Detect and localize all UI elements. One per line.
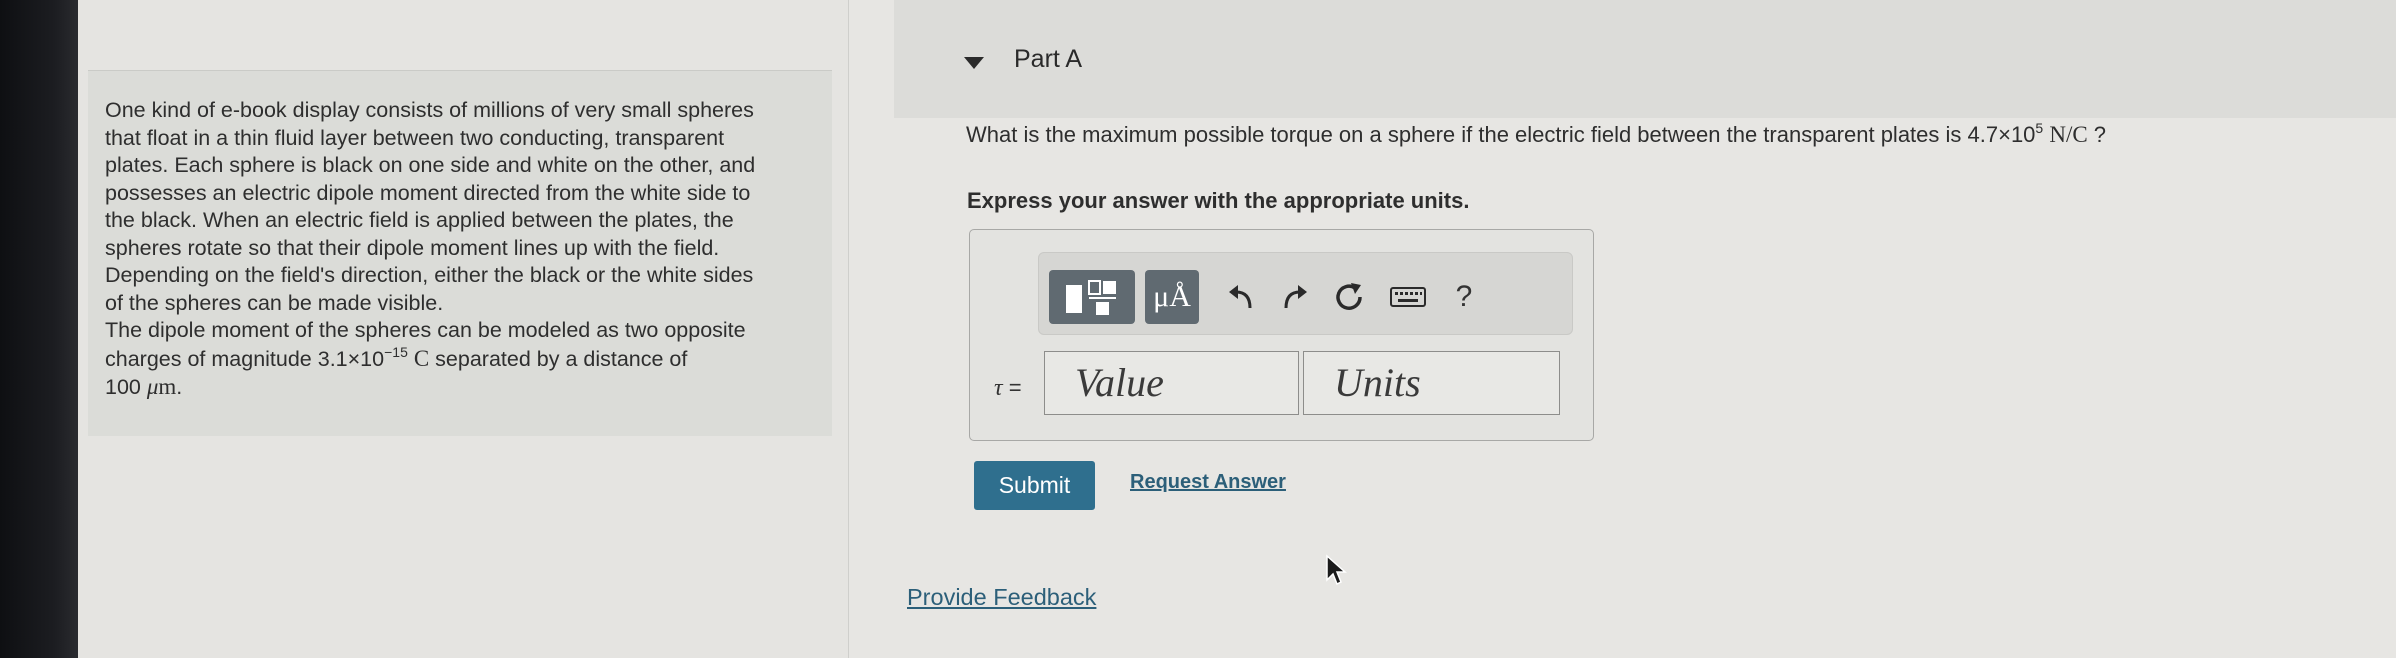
- part-title: Part A: [1014, 45, 1083, 73]
- keyboard-button[interactable]: [1385, 277, 1431, 317]
- undo-button[interactable]: [1219, 273, 1263, 321]
- mouse-cursor-icon: [1326, 554, 1347, 586]
- question-text-main: What is the maximum possible torque on a…: [966, 122, 2036, 147]
- charge-exponent: −15: [384, 343, 408, 360]
- charge-text-end: separated by a distance of: [429, 346, 688, 371]
- redo-button[interactable]: [1273, 273, 1317, 321]
- problem-line: plates. Each sphere is black on one side…: [105, 153, 756, 177]
- equals-sign: =: [1002, 375, 1022, 400]
- math-toolbar: μÅ ?: [1038, 252, 1573, 335]
- value-input[interactable]: Value: [1044, 351, 1299, 415]
- reset-button[interactable]: [1327, 273, 1371, 321]
- problem-line: The dipole moment of the spheres can be …: [105, 318, 746, 342]
- units-button[interactable]: μÅ: [1145, 270, 1199, 324]
- part-header[interactable]: Part A: [894, 0, 2396, 118]
- problem-line: spheres rotate so that their dipole mome…: [105, 235, 720, 260]
- charge-text: charges of magnitude 3.1×10: [105, 346, 385, 371]
- templates-button[interactable]: [1049, 270, 1135, 324]
- problem-line: the black. When an electric field is app…: [105, 208, 734, 232]
- problem-line: One kind of e-book display consists of m…: [105, 98, 754, 122]
- reset-icon: [1336, 283, 1362, 310]
- question-panel: Part A What is the maximum possible torq…: [849, 0, 2396, 658]
- help-button[interactable]: ?: [1439, 273, 1489, 321]
- problem-line-distance: 100 μm.: [105, 373, 805, 402]
- problem-line: possesses an electric dipole moment dire…: [105, 180, 751, 205]
- torque-symbol: τ: [994, 375, 1003, 401]
- redo-icon: [1284, 285, 1307, 309]
- question-text-end: ?: [2087, 122, 2107, 147]
- answer-box: μÅ ? τ = Value Units: [969, 229, 1594, 441]
- request-answer-link[interactable]: Request Answer: [1130, 471, 1286, 494]
- units-icon: μÅ: [1153, 280, 1191, 313]
- answer-label: τ =: [994, 375, 1022, 402]
- keyboard-icon: [1390, 287, 1426, 307]
- collapse-caret-icon[interactable]: [963, 56, 985, 70]
- instruction-text: Express your answer with the appropriate…: [967, 188, 1470, 213]
- problem-panel: One kind of e-book display consists of m…: [78, 0, 849, 658]
- distance-unit-m: m: [158, 374, 177, 399]
- question-text: What is the maximum possible torque on a…: [966, 120, 2107, 148]
- charge-unit: C: [413, 345, 430, 371]
- provide-feedback-link[interactable]: Provide Feedback: [907, 584, 1096, 611]
- problem-statement-box: One kind of e-book display consists of m…: [88, 70, 832, 436]
- screen-bezel: [0, 0, 78, 658]
- submit-button[interactable]: Submit: [974, 461, 1095, 510]
- distance-unit-mu: μ: [146, 374, 159, 399]
- field-exponent: 5: [2035, 120, 2044, 136]
- undo-icon: [1229, 285, 1252, 309]
- problem-line-charge: charges of magnitude 3.1×10−15 C separat…: [105, 345, 805, 374]
- help-icon: ?: [1455, 280, 1473, 313]
- field-unit: N/C: [2049, 122, 2088, 147]
- templates-icon: [1066, 280, 1116, 315]
- units-input[interactable]: Units: [1303, 351, 1560, 415]
- problem-line: of the spheres can be made visible.: [105, 290, 444, 315]
- distance-value: 100: [105, 375, 147, 399]
- distance-end: .: [176, 375, 183, 399]
- problem-line: Depending on the field's direction, eith…: [105, 263, 754, 287]
- problem-statement: One kind of e-book display consists of m…: [105, 97, 805, 402]
- problem-line: that float in a thin fluid layer between…: [105, 125, 725, 150]
